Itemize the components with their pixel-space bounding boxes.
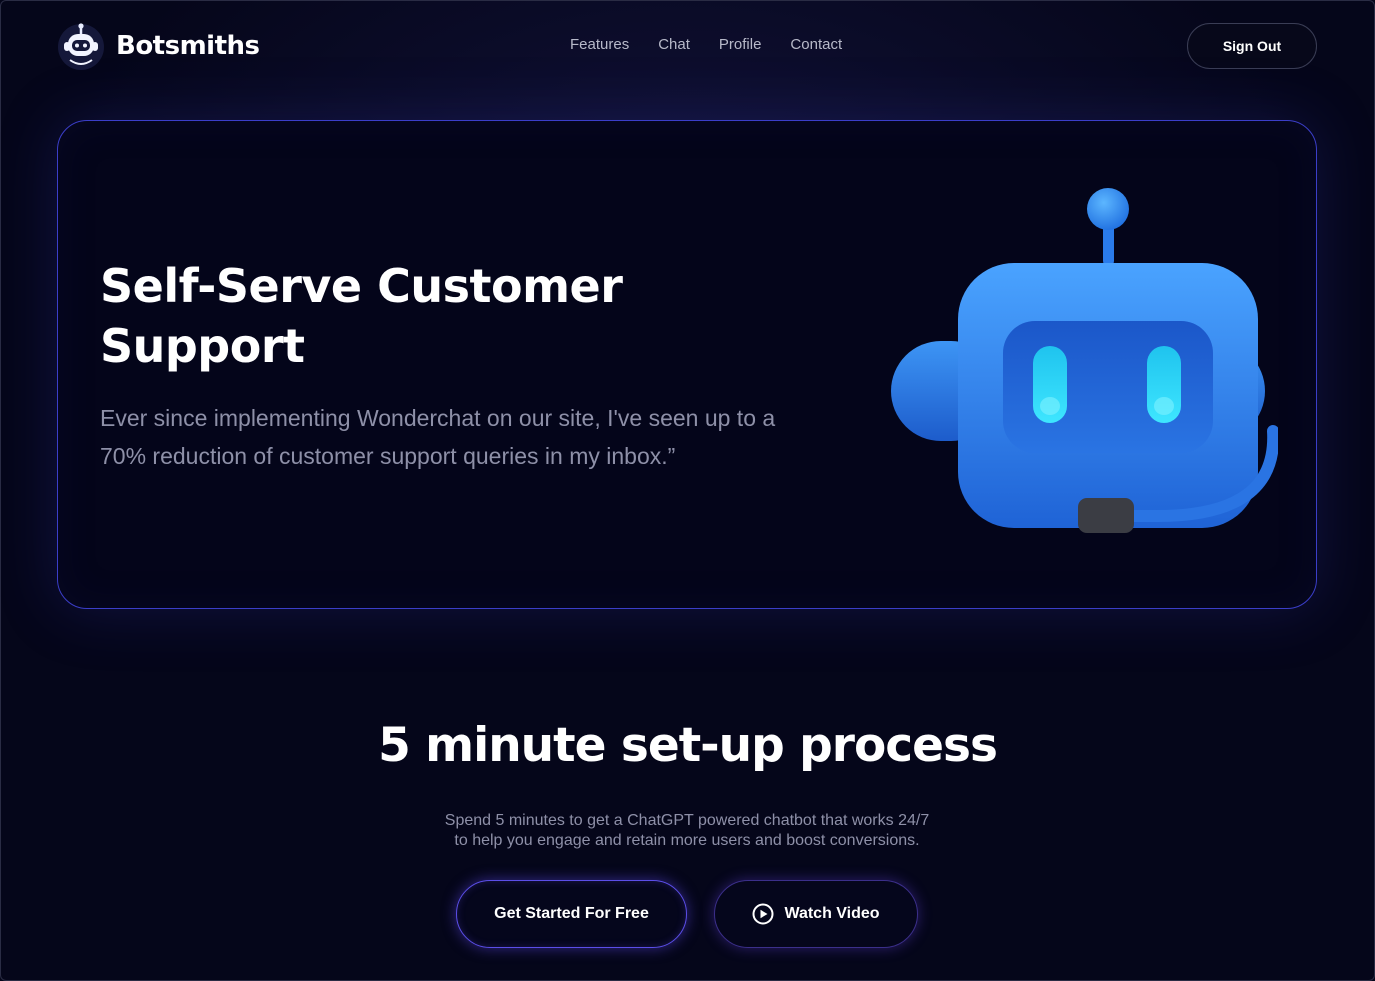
get-started-button[interactable]: Get Started For Free [456,880,687,948]
robot-head-icon [58,23,104,70]
nav-item-chat[interactable]: Chat [658,36,690,53]
nav-item-profile[interactable]: Profile [719,36,762,53]
watch-video-label: Watch Video [784,905,880,922]
setup-subtitle-line2: to help you engage and retain more users… [454,832,920,849]
setup-title: 5 minute set-up process [378,718,998,773]
get-started-label: Get Started For Free [494,905,649,922]
setup-subtitle: Spend 5 minutes to get a ChatGPT powered… [387,811,987,851]
sign-out-button[interactable]: Sign Out [1187,23,1317,69]
setup-subtitle-line1: Spend 5 minutes to get a ChatGPT powered… [444,812,930,829]
brand-name: Botsmiths [116,31,260,61]
hero-card: Self-Serve Customer Support Ever since i… [57,120,1317,609]
hero-quote: Ever since implementing Wonderchat on ou… [100,405,776,469]
main-nav: Features Chat Profile Contact [570,36,842,53]
watch-video-button[interactable]: Watch Video [714,880,918,948]
brand-link[interactable]: Botsmiths [56,22,260,70]
nav-item-contact[interactable]: Contact [790,36,842,53]
robot-headset-icon [891,188,1278,533]
nav-item-features[interactable]: Features [570,36,629,53]
hero-title: Self-Serve Customer Support [100,256,700,376]
site-header: Botsmiths Features Chat Profile Contact … [0,0,1375,92]
hero-title-line1: Self-Serve Customer [100,259,623,313]
hero-title-line2: Support [100,319,305,373]
play-circle-icon [752,903,774,925]
